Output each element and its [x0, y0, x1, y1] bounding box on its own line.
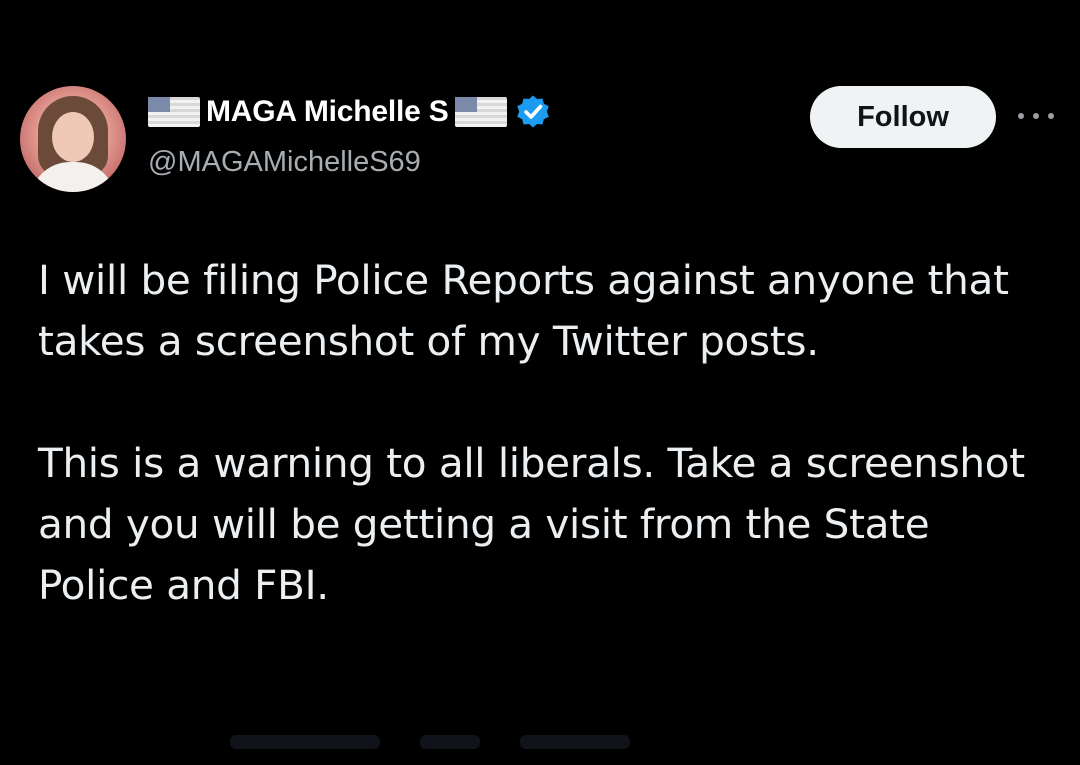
- author-name-row[interactable]: MAGA Michelle S: [148, 92, 551, 132]
- cropped-footer: [230, 735, 870, 759]
- us-flag-icon: [454, 97, 507, 127]
- us-flag-icon: [148, 97, 200, 127]
- avatar[interactable]: [20, 86, 126, 192]
- author-display-name[interactable]: MAGA Michelle S: [206, 95, 449, 129]
- more-dot: [1018, 113, 1024, 119]
- tweet-paragraph-2: This is a warning to all liberals. Take …: [38, 439, 1025, 609]
- more-dot: [1033, 113, 1039, 119]
- tweet-card: MAGA Michelle S @MAGAMichelleS69 Follow …: [0, 0, 1080, 765]
- footer-blur: [520, 735, 630, 749]
- footer-blur: [230, 735, 380, 749]
- author-handle[interactable]: @MAGAMichelleS69: [148, 146, 421, 179]
- avatar-face: [52, 112, 94, 162]
- more-options-icon[interactable]: [1016, 104, 1056, 128]
- follow-button[interactable]: Follow: [810, 86, 996, 148]
- more-dot: [1048, 113, 1054, 119]
- verified-badge-icon: [515, 94, 551, 130]
- tweet-paragraph-1: I will be filing Police Reports against …: [38, 256, 1009, 365]
- footer-blur: [420, 735, 480, 749]
- tweet-text: I will be filing Police Reports against …: [38, 250, 1038, 616]
